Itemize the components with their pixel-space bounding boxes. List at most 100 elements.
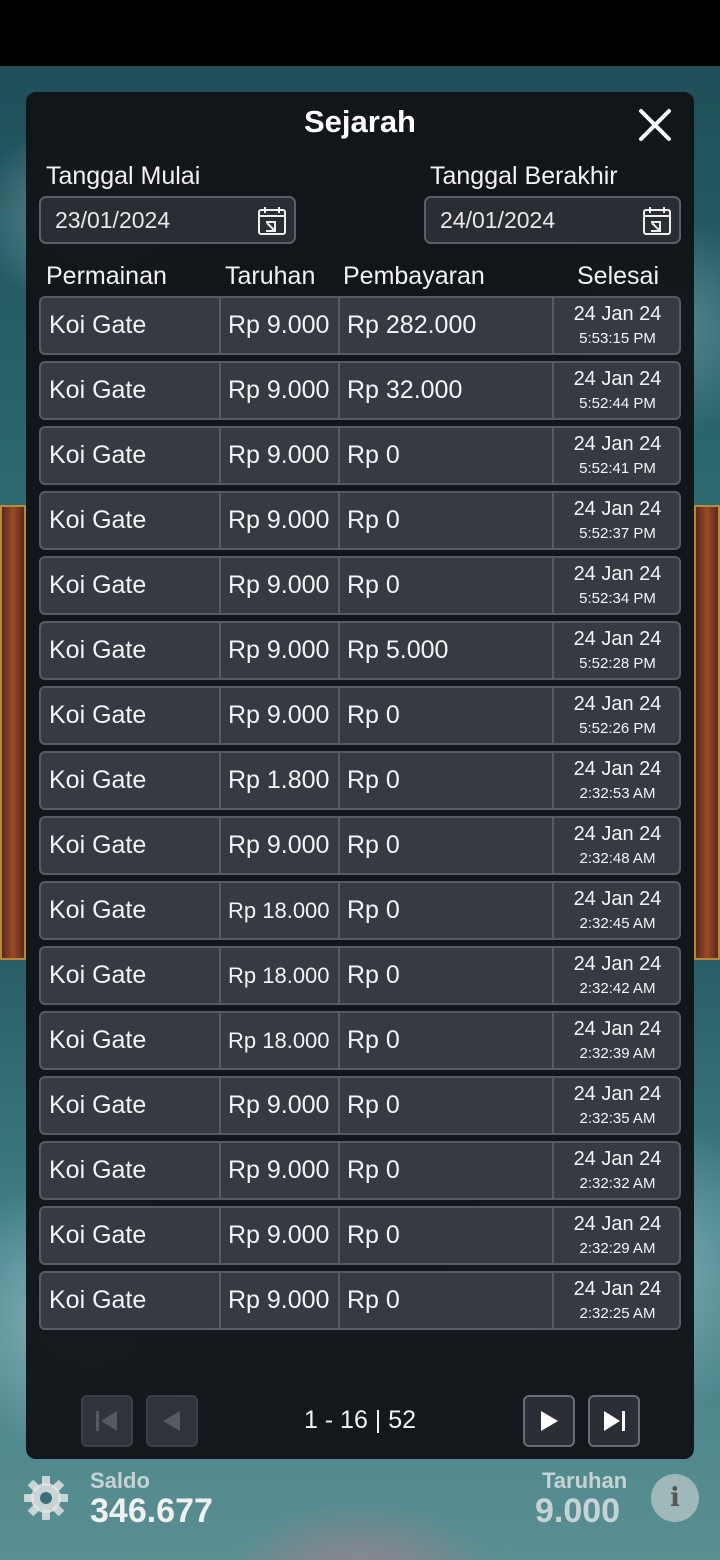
row-finished: 24 Jan 24 2:32:53 AM	[552, 753, 681, 808]
settings-button[interactable]	[22, 1474, 70, 1522]
row-game: Koi Gate	[49, 636, 147, 664]
table-row[interactable]: Koi Gate Rp 9.000 Rp 282.000 24 Jan 24 5:53:…	[39, 296, 681, 355]
row-bet: Rp 9.000	[219, 1143, 337, 1198]
row-date: 24 Jan 24	[573, 758, 662, 780]
row-game: Koi Gate	[49, 896, 147, 924]
row-game: Koi Gate	[49, 571, 147, 599]
row-game: Koi Gate	[49, 701, 147, 729]
row-finished: 24 Jan 24 2:32:45 AM	[552, 883, 681, 938]
row-time: 5:52:26 PM	[579, 720, 656, 737]
table-row[interactable]: Koi Gate Rp 9.000 Rp 0 24 Jan 24 5:52:41 PM	[39, 426, 681, 485]
status-bar	[0, 0, 720, 66]
row-payout: Rp 0	[338, 1208, 552, 1263]
row-date: 24 Jan 24	[573, 823, 662, 845]
row-finished: 24 Jan 24 5:52:37 PM	[552, 493, 681, 548]
table-row[interactable]: Koi Gate Rp 9.000 Rp 0 24 Jan 24 5:52:34 PM	[39, 556, 681, 615]
column-header-bet: Taruhan	[225, 262, 316, 290]
row-payout: Rp 0	[338, 493, 552, 548]
table-row[interactable]: Koi Gate Rp 9.000 Rp 0 24 Jan 24 2:32:32 AM	[39, 1141, 681, 1200]
row-date: 24 Jan 24	[573, 1018, 662, 1040]
gate-pillar-right	[694, 505, 720, 960]
row-bet: Rp 9.000	[219, 623, 337, 678]
row-finished: 24 Jan 24 2:32:29 AM	[552, 1208, 681, 1263]
row-bet: Rp 9.000	[219, 298, 337, 353]
row-bet: Rp 18.000	[219, 1013, 337, 1068]
balance-label: Saldo	[90, 1468, 150, 1493]
row-date: 24 Jan 24	[573, 563, 662, 585]
row-payout: Rp 0	[338, 428, 552, 483]
row-finished: 24 Jan 24 5:52:26 PM	[552, 688, 681, 743]
row-date: 24 Jan 24	[573, 498, 662, 520]
table-row[interactable]: Koi Gate Rp 9.000 Rp 0 24 Jan 24 2:32:29 AM	[39, 1206, 681, 1265]
row-bet: Rp 9.000	[219, 1273, 337, 1328]
row-payout: Rp 0	[338, 1013, 552, 1068]
row-time: 5:52:44 PM	[579, 395, 656, 412]
column-header-finished: Selesai	[577, 262, 659, 290]
row-date: 24 Jan 24	[573, 693, 662, 715]
gate-pillar-left	[0, 505, 26, 960]
row-date: 24 Jan 24	[573, 303, 662, 325]
start-date-label: Tanggal Mulai	[46, 162, 201, 190]
table-row[interactable]: Koi Gate Rp 1.800 Rp 0 24 Jan 24 2:32:53 AM	[39, 751, 681, 810]
row-time: 2:32:39 AM	[579, 1045, 656, 1062]
table-row[interactable]: Koi Gate Rp 18.000 Rp 0 24 Jan 24 2:32:45 AM	[39, 881, 681, 940]
bet-label: Taruhan	[542, 1468, 628, 1493]
row-time: 5:52:41 PM	[579, 460, 656, 477]
row-payout: Rp 5.000	[338, 623, 552, 678]
table-row[interactable]: Koi Gate Rp 9.000 Rp 0 24 Jan 24 2:32:35 AM	[39, 1076, 681, 1135]
end-date-field[interactable]: 24/01/2024	[424, 196, 681, 244]
calendar-icon[interactable]	[642, 206, 672, 236]
start-date-field[interactable]: 23/01/2024	[39, 196, 296, 244]
row-time: 2:32:42 AM	[579, 980, 656, 997]
table-row[interactable]: Koi Gate Rp 18.000 Rp 0 24 Jan 24 2:32:39 AM	[39, 1011, 681, 1070]
balance-value: 346.677	[90, 1492, 213, 1530]
start-date-value: 23/01/2024	[55, 206, 171, 233]
table-row[interactable]: Koi Gate Rp 9.000 Rp 5.000 24 Jan 24 5:52:28…	[39, 621, 681, 680]
row-game: Koi Gate	[49, 311, 147, 339]
row-bet: Rp 9.000	[219, 688, 337, 743]
row-date: 24 Jan 24	[573, 953, 662, 975]
column-header-game: Permainan	[46, 262, 167, 290]
calendar-icon[interactable]	[257, 206, 287, 236]
row-time: 2:32:45 AM	[579, 915, 656, 932]
next-page-icon	[541, 1411, 558, 1431]
row-date: 24 Jan 24	[573, 1148, 662, 1170]
end-date-value: 24/01/2024	[440, 206, 556, 233]
row-game: Koi Gate	[49, 1026, 147, 1054]
row-payout: Rp 0	[338, 753, 552, 808]
row-date: 24 Jan 24	[573, 368, 662, 390]
row-time: 5:52:34 PM	[579, 590, 656, 607]
bet-value: 9.000	[535, 1492, 621, 1530]
table-row[interactable]: Koi Gate Rp 9.000 Rp 0 24 Jan 24 2:32:25 AM	[39, 1271, 681, 1330]
row-bet: Rp 9.000	[219, 818, 337, 873]
row-game: Koi Gate	[49, 1286, 147, 1314]
close-button[interactable]	[636, 106, 674, 144]
row-payout: Rp 0	[338, 818, 552, 873]
row-time: 2:32:29 AM	[579, 1240, 656, 1257]
row-date: 24 Jan 24	[573, 1213, 662, 1235]
row-game: Koi Gate	[49, 1221, 147, 1249]
table-row[interactable]: Koi Gate Rp 9.000 Rp 0 24 Jan 24 5:52:26 PM	[39, 686, 681, 745]
table-row[interactable]: Koi Gate Rp 9.000 Rp 0 24 Jan 24 5:52:37 PM	[39, 491, 681, 550]
last-page-button[interactable]	[588, 1395, 640, 1447]
next-page-button[interactable]	[523, 1395, 575, 1447]
table-row[interactable]: Koi Gate Rp 9.000 Rp 0 24 Jan 24 2:32:48 AM	[39, 816, 681, 875]
row-finished: 24 Jan 24 5:53:15 PM	[552, 298, 681, 353]
row-finished: 24 Jan 24 2:32:42 AM	[552, 948, 681, 1003]
row-finished: 24 Jan 24 2:32:39 AM	[552, 1013, 681, 1068]
row-payout: Rp 0	[338, 688, 552, 743]
row-bet: Rp 18.000	[219, 883, 337, 938]
table-row[interactable]: Koi Gate Rp 9.000 Rp 32.000 24 Jan 24 5:52:4…	[39, 361, 681, 420]
info-icon: i	[670, 1483, 680, 1513]
row-date: 24 Jan 24	[573, 888, 662, 910]
info-button[interactable]: i	[651, 1474, 699, 1522]
row-game: Koi Gate	[49, 506, 147, 534]
dialog-title: Sejarah	[303, 104, 416, 139]
row-finished: 24 Jan 24 5:52:34 PM	[552, 558, 681, 613]
row-finished: 24 Jan 24 2:32:32 AM	[552, 1143, 681, 1198]
table-row[interactable]: Koi Gate Rp 18.000 Rp 0 24 Jan 24 2:32:42 AM	[39, 946, 681, 1005]
row-bet: Rp 9.000	[219, 1078, 337, 1133]
gear-icon	[24, 1476, 68, 1520]
row-game: Koi Gate	[49, 831, 147, 859]
row-bet: Rp 9.000	[219, 363, 337, 418]
